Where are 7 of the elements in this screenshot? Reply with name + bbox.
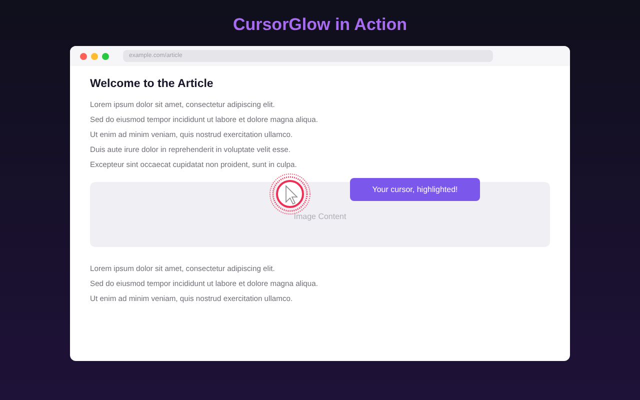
placeholder-label: Image Content (294, 212, 346, 221)
article-heading: Welcome to the Article (90, 78, 214, 90)
maximize-icon[interactable] (102, 52, 109, 60)
close-icon[interactable] (80, 52, 87, 60)
minimize-icon[interactable] (91, 52, 98, 60)
page-title: CursorGlow in Action (232, 14, 408, 36)
tooltip: Your cursor, highlighted! (350, 178, 480, 201)
